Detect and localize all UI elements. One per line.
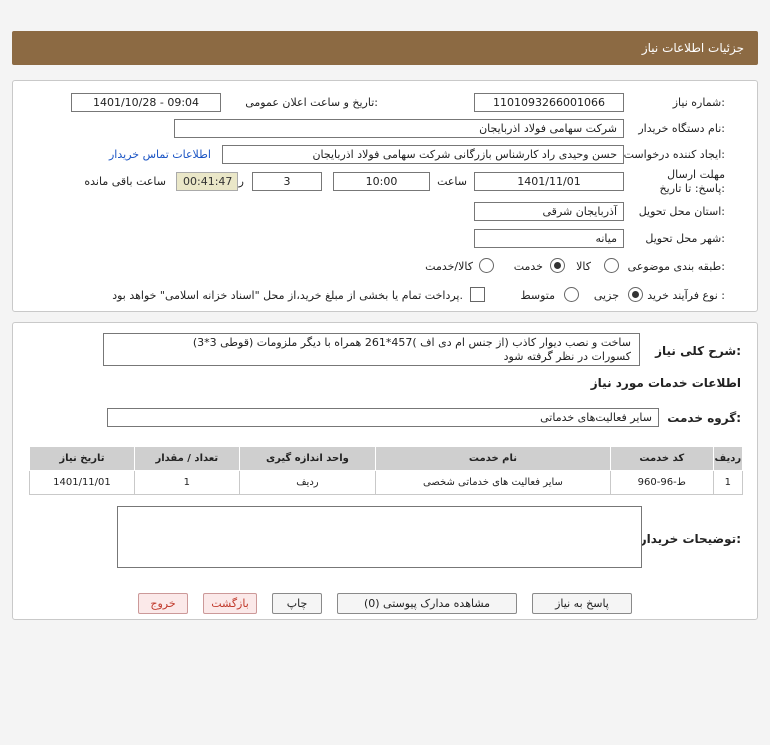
col-service-code: کد خدمت [609,446,714,471]
need-description-panel: شرح کلی نیاز: ساخت و نصب دیوار کاذب (از … [12,322,758,620]
city-label: شهر محل تحویل: [645,232,725,245]
category-goods-label: کالا [576,260,591,273]
category-goods-service-radio[interactable] [479,258,494,273]
deadline-label: مهلت ارسال پاسخ: تا تاریخ: [659,168,725,195]
need-info-panel: شماره نیاز: 1101093266001066 تاریخ و ساع… [12,80,758,312]
need-number-label: شماره نیاز: [672,96,725,109]
province-field: آذربایجان شرقی [474,202,624,221]
description-label: شرح کلی نیاز: [655,344,741,358]
services-section-title: اطلاعات خدمات مورد نیاز [590,376,741,390]
print-button[interactable]: چاپ [272,593,322,614]
cell-service-name: سایر فعالیت های خدماتی شخصی [375,470,611,495]
services-table: ردیف کد خدمت نام خدمت واحد اندازه گیری ت… [29,446,744,495]
process-medium-radio[interactable] [564,287,579,302]
buyer-contact-link[interactable]: اطلاعات تماس خریدار [109,148,211,161]
province-label: استان محل تحویل: [638,205,725,218]
category-goods-service-label: کالا/خدمت [425,260,473,273]
remaining-time-label: ساعت باقی مانده [84,175,166,188]
col-need-date: تاریخ نیاز [29,446,135,471]
page-header: جزئیات اطلاعات نیاز [12,31,758,65]
cell-unit: ردیف [238,470,377,495]
treasury-payment-checkbox[interactable] [470,287,485,302]
deadline-time-field: 10:00 [333,172,430,191]
page-title: جزئیات اطلاعات نیاز [641,41,744,55]
description-box: ساخت و نصب دیوار کاذب (از جنس ام دی اف )… [103,333,640,366]
deadline-time-label: ساعت [437,175,467,188]
category-service-label: خدمت [513,260,543,273]
cell-quantity: 1 [133,470,240,495]
buyer-notes-label: توضیحات خریدار: [639,532,741,546]
view-attachments-button[interactable]: مشاهده مدارک پیوستی (0) [337,593,517,614]
services-table-header: ردیف کد خدمت نام خدمت واحد اندازه گیری ت… [29,446,744,471]
process-minor-radio[interactable] [628,287,643,302]
buyer-notes-box [117,506,642,568]
remaining-time-field: 00:41:47 [176,172,238,191]
col-service-name: نام خدمت [375,446,611,471]
announce-datetime-label: تاریخ و ساعت اعلان عمومی: [245,96,378,109]
creator-field: حسن وحیدی راد کارشناس بازرگانی شرکت سهام… [222,145,624,164]
deadline-date-field: 1401/11/01 [474,172,624,191]
buyer-org-field: شرکت سهامی فولاد اذربایجان [174,119,624,138]
table-row: 1 ط-96-960 سایر فعالیت های خدماتی شخصی ر… [29,470,744,495]
description-line-1: ساخت و نصب دیوار کاذب (از جنس ام دی اف )… [192,336,631,349]
process-type-label: نوع فرآیند خرید : [647,289,725,302]
description-line-2: کسورات در نظر گرفته شود [503,350,631,363]
creator-label: ایجاد کننده درخواست: [623,148,725,161]
back-button[interactable]: بازگشت [203,593,257,614]
col-quantity: تعداد / مقدار [133,446,240,471]
service-group-field: سایر فعالیت‌های خدماتی [107,408,659,427]
cell-row-number: 1 [712,470,744,495]
reply-button[interactable]: پاسخ به نیاز [532,593,632,614]
service-group-label: گروه خدمت: [667,411,741,425]
buyer-org-label: نام دستگاه خریدار: [638,122,725,135]
city-field: میانه [474,229,624,248]
treasury-payment-note: پرداخت تمام یا بخشی از مبلغ خرید،از محل … [112,289,463,302]
col-row-number: ردیف [712,446,744,471]
cell-service-code: ط-96-960 [609,470,714,495]
cell-need-date: 1401/11/01 [29,470,135,495]
category-service-radio[interactable] [550,258,565,273]
process-medium-label: متوسط [520,289,555,302]
category-label: طبقه بندی موضوعی: [627,260,725,273]
col-unit: واحد اندازه گیری [238,446,377,471]
category-goods-radio[interactable] [604,258,619,273]
process-minor-label: جزیی [593,289,619,302]
remaining-days-field: 3 [252,172,322,191]
exit-button[interactable]: خروج [138,593,188,614]
need-number-field: 1101093266001066 [474,93,624,112]
announce-datetime-field: 1401/10/28 - 09:04 [71,93,221,112]
